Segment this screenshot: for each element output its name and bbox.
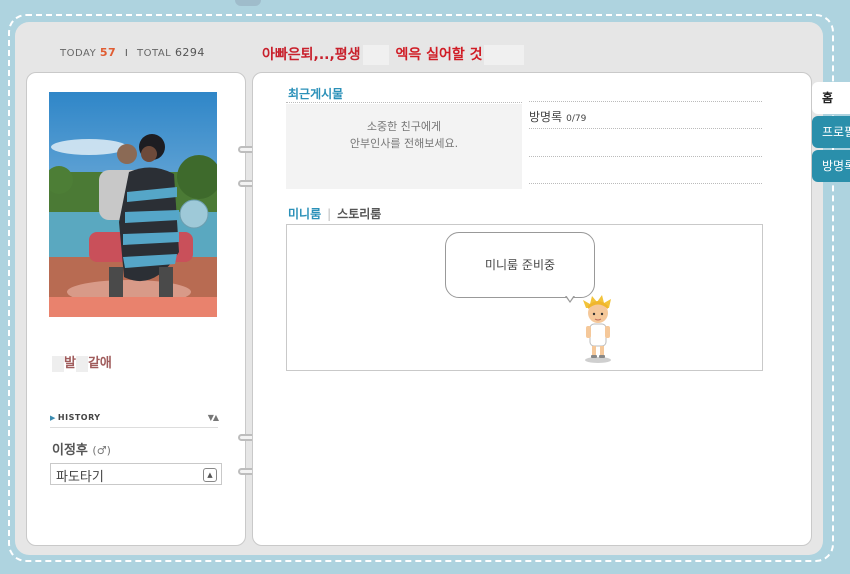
divider bbox=[529, 101, 762, 102]
blurred-region bbox=[362, 45, 389, 65]
tab-profile[interactable]: 프로필 bbox=[812, 116, 850, 148]
divider bbox=[529, 128, 762, 129]
recent-posts-title[interactable]: 최근게시물 bbox=[288, 85, 343, 102]
title-part-1: 아빠은퇴,..,평생 bbox=[262, 47, 361, 63]
top-notch bbox=[235, 0, 261, 6]
recent-posts-notice: 소중한 친구에게 안부인사를 전해보세요. bbox=[286, 104, 522, 189]
wave-ride-select[interactable]: 파도타기 ▲ bbox=[50, 463, 222, 485]
today-label: TODAY bbox=[60, 48, 97, 59]
select-arrow-icon[interactable]: ▲ bbox=[203, 468, 217, 482]
owner-name[interactable]: 이정후 (♂) bbox=[52, 439, 111, 458]
total-count: 6294 bbox=[174, 46, 205, 59]
minime-avatar-icon[interactable] bbox=[580, 294, 616, 364]
history-label: HISTORY bbox=[57, 413, 101, 422]
speech-bubble: 미니룸 준비중 bbox=[445, 232, 595, 298]
guestbook-summary[interactable]: 방명록 0/79 bbox=[529, 108, 586, 125]
notice-line-1: 소중한 친구에게 bbox=[366, 120, 442, 133]
homepage-title: 아빠은퇴,..,평생 엑윽 실어할 것 bbox=[262, 44, 525, 65]
status-part-1: 발 bbox=[64, 356, 76, 371]
divider bbox=[529, 183, 762, 184]
visitor-counter: TODAY 57 I TOTAL 6294 bbox=[60, 46, 205, 64]
toggle-arrows-icon[interactable]: ▼▲ bbox=[208, 413, 219, 422]
tab-guestbook[interactable]: 방명록 bbox=[812, 150, 850, 182]
status-part-2: 같애 bbox=[87, 356, 112, 371]
gender-mark: (♂) bbox=[92, 444, 111, 457]
blurred-region bbox=[75, 355, 88, 372]
tab-storyroom[interactable]: 스토리룸 bbox=[337, 207, 381, 221]
history-arrow-icon: ▶ bbox=[50, 414, 56, 422]
wave-ride-value: 파도타기 bbox=[56, 470, 104, 485]
title-part-2: 엑윽 실어할 것 bbox=[395, 47, 483, 63]
tab-miniroom[interactable]: 미니룸 bbox=[288, 207, 321, 221]
divider bbox=[286, 102, 522, 103]
notice-line-2: 안부인사를 전해보세요. bbox=[349, 137, 459, 150]
blurred-region bbox=[52, 355, 64, 372]
guestbook-label: 방명록 bbox=[529, 110, 563, 124]
tab-separator: | bbox=[327, 207, 332, 221]
counter-separator: I bbox=[124, 48, 129, 59]
today-count: 57 bbox=[99, 46, 117, 59]
bubble-tail-inner bbox=[566, 295, 574, 301]
status-message: 발 같애 bbox=[52, 352, 112, 372]
room-tabs: 미니룸 | 스토리룸 bbox=[288, 205, 381, 222]
blurred-region bbox=[484, 45, 525, 65]
total-label: TOTAL bbox=[137, 48, 172, 59]
bubble-text: 미니룸 준비중 bbox=[484, 258, 556, 272]
tab-home[interactable]: 홈 bbox=[812, 82, 850, 114]
owner-name-text: 이정후 bbox=[52, 443, 88, 458]
history-header: ▶ HISTORY ▼▲ bbox=[50, 413, 219, 428]
guestbook-count: 0/79 bbox=[566, 114, 587, 124]
profile-photo[interactable] bbox=[49, 92, 217, 317]
profile-photo-image bbox=[49, 92, 217, 317]
divider bbox=[529, 156, 762, 157]
